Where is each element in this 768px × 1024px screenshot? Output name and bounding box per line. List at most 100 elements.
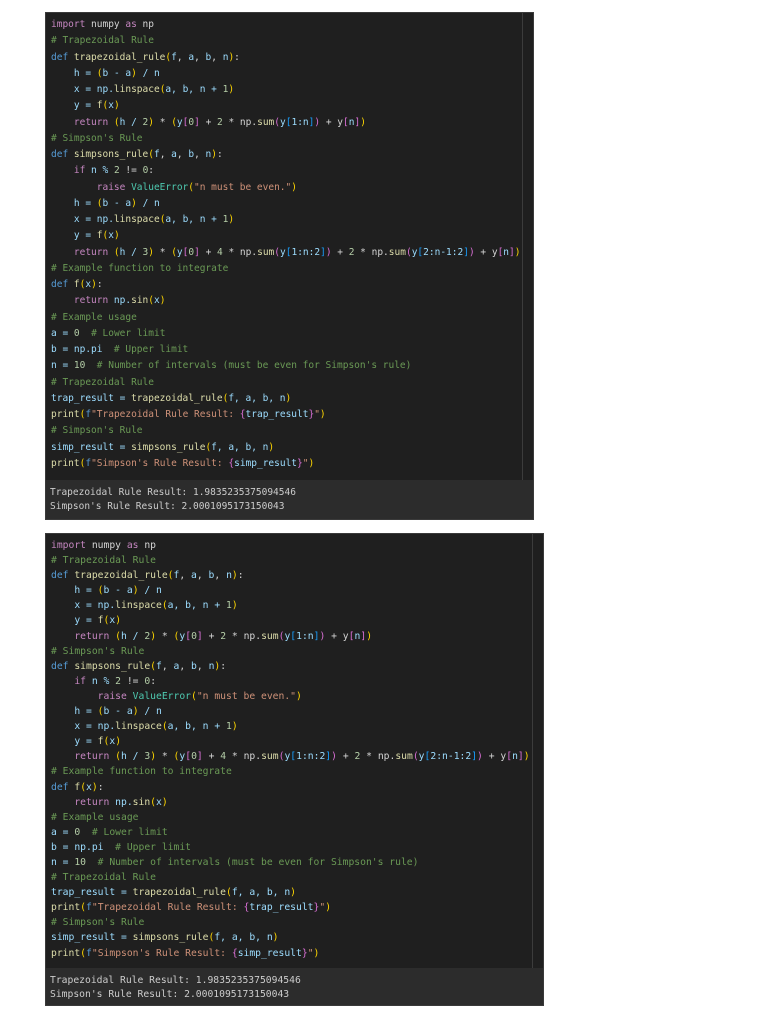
- code-token: return: [51, 116, 114, 128]
- output-line-simpson: Simpson's Rule Result: 2.000109517315004…: [50, 989, 290, 1000]
- code-line: print(f"Simpson's Rule Result: {simp_res…: [51, 946, 543, 961]
- code-token: simp_result =: [51, 441, 132, 453]
- code-token: +: [199, 246, 218, 258]
- code-token: y =: [51, 615, 98, 627]
- code-token: :: [237, 570, 244, 582]
- code-line: x = np.linspace(a, b, n + 1): [51, 598, 543, 613]
- code-token: sum: [261, 630, 279, 642]
- code-token: "Trapezoidal Rule Result:: [91, 902, 244, 914]
- code-token: print: [51, 947, 81, 959]
- code-token: n %: [91, 675, 116, 687]
- code-line: n = 10 # Number of intervals (must be ev…: [51, 358, 533, 374]
- code-token: # Trapezoidal Rule: [51, 872, 156, 884]
- code-token: ): [113, 230, 120, 242]
- code-token: h /: [121, 630, 145, 642]
- code-line: if n % 2 != 0:: [51, 163, 533, 179]
- code-token: * np.: [226, 630, 262, 642]
- code-line: if n % 2 != 0:: [51, 674, 543, 689]
- code-token: simpsons_rule: [74, 660, 151, 672]
- code-token: y =: [51, 230, 97, 242]
- code-token: sin: [132, 796, 151, 808]
- code-token: # Example function to integrate: [51, 262, 229, 274]
- code-token: h /: [121, 751, 145, 763]
- code-token: h /: [119, 116, 143, 128]
- code-token: b - a: [103, 585, 133, 597]
- code-token: return: [51, 246, 114, 258]
- code-token: return: [51, 796, 116, 808]
- code-token: ,: [194, 149, 206, 160]
- notebook-cell-1[interactable]: import numpy as np # Trapezoidal Rule def …: [45, 12, 534, 520]
- code-token: b = np.pi: [51, 344, 103, 355]
- code-token: ): [115, 736, 122, 748]
- code-token: :: [220, 660, 227, 672]
- code-line: y = f(x): [51, 98, 533, 114]
- code-token: a, b, n +: [167, 721, 226, 733]
- code-token: np.: [113, 295, 132, 307]
- code-line: a = 0 # Lower limit: [51, 825, 543, 840]
- code-line: h = (b - a) / n: [51, 66, 533, 82]
- code-token: :: [217, 149, 223, 160]
- code-token: simpsons_rule: [73, 149, 149, 160]
- notebook-cell-2[interactable]: import numpy as np # Trapezoidal Rule def …: [45, 533, 544, 1006]
- code-line: # Example function to integrate: [51, 764, 543, 779]
- output-line-trapezoidal: Trapezoidal Rule Result: 1.9835235375094…: [50, 487, 296, 498]
- code-token: +: [336, 751, 355, 763]
- code-token: ): [228, 84, 235, 95]
- code-line: # Trapezoidal Rule: [51, 870, 543, 885]
- code-token: sin: [131, 295, 149, 307]
- code-token: # Simpson's Rule: [51, 917, 145, 929]
- code-line: simp_result = simpsons_rule(f, a, b, n): [51, 440, 533, 456]
- code-editor[interactable]: import numpy as np # Trapezoidal Rule def …: [51, 17, 533, 472]
- code-token: # Example usage: [51, 311, 137, 323]
- code-token: trap_result =: [51, 392, 132, 404]
- code-token: + y: [325, 630, 349, 642]
- code-token: ValueError: [131, 181, 189, 193]
- code-token: +: [331, 246, 349, 258]
- code-token: np: [138, 540, 156, 551]
- code-line: def simpsons_rule(f, a, b, n):: [51, 659, 543, 674]
- code-token: # Lower limit: [79, 327, 166, 339]
- code-token: trapezoidal_rule: [132, 887, 226, 899]
- code-token: b - a: [102, 67, 132, 79]
- code-token: 10: [73, 360, 86, 372]
- code-token: ): [113, 100, 120, 112]
- output-line-trapezoidal: Trapezoidal Rule Result: 1.9835235375094…: [50, 975, 301, 986]
- code-token: +: [202, 630, 221, 642]
- code-token: linspace: [115, 600, 162, 612]
- code-token: sum: [395, 751, 413, 763]
- code-line: h = (b - a) / n: [51, 583, 543, 598]
- code-line: return (h / 2) * (y[0] + 2 * np.sum(y[1:…: [51, 629, 543, 644]
- code-token: +: [202, 751, 221, 763]
- code-token: # Lower limit: [80, 826, 168, 838]
- code-token: 1:n: [296, 630, 314, 642]
- code-line: import numpy as np: [51, 17, 533, 33]
- code-line: print(f"Trapezoidal Rule Result: {trap_r…: [51, 407, 533, 423]
- code-token: ,: [194, 51, 206, 63]
- code-token: "Simpson's Rule Result:: [91, 947, 232, 959]
- code-token: return: [51, 630, 116, 642]
- code-token: / n: [138, 706, 162, 718]
- code-token: a, b, n +: [167, 600, 226, 612]
- code-token: linspace: [113, 84, 160, 95]
- code-token: # Number of intervals (must be even for …: [86, 856, 419, 868]
- code-line: # Simpson's Rule: [51, 423, 533, 439]
- code-line: raise ValueError("n must be even."): [51, 180, 533, 196]
- code-token: def: [51, 51, 74, 63]
- code-token: n =: [51, 856, 75, 868]
- code-token: sum: [257, 116, 275, 128]
- code-token: ,: [161, 660, 174, 672]
- code-token: linspace: [115, 721, 162, 733]
- code-line: x = np.linspace(a, b, n + 1): [51, 212, 533, 228]
- code-token: !=: [121, 675, 145, 687]
- code-token: np.: [115, 796, 133, 808]
- code-token: import: [51, 19, 86, 30]
- code-token: ): [523, 751, 530, 763]
- code-line: return (h / 3) * (y[0] + 4 * np.sum(y[1:…: [51, 749, 543, 764]
- code-token: # Trapezoidal Rule: [51, 376, 154, 388]
- code-token: # Trapezoidal Rule: [51, 35, 154, 47]
- code-line: b = np.pi # Upper limit: [51, 840, 543, 855]
- code-token: # Upper limit: [103, 841, 191, 853]
- code-token: 1:n:2: [291, 246, 321, 258]
- code-editor[interactable]: import numpy as np # Trapezoidal Rule def …: [51, 538, 543, 961]
- code-token: if: [51, 675, 92, 687]
